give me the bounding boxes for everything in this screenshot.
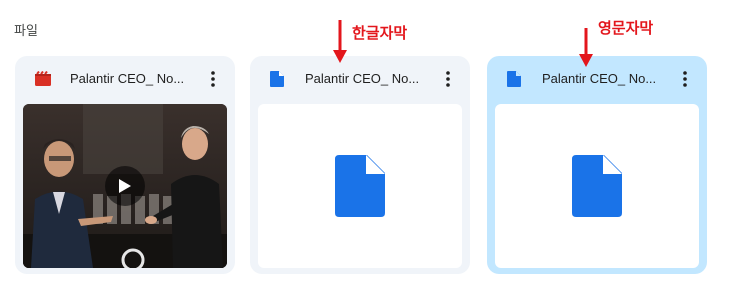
- english-subtitle-annotation: 영문자막: [598, 19, 654, 37]
- more-vert-icon: [446, 71, 450, 87]
- file-card-video[interactable]: Palantir CEO_ No...: [15, 56, 235, 274]
- video-icon: [35, 70, 51, 87]
- document-icon: [507, 71, 523, 87]
- file-title: Palantir CEO_ No...: [305, 71, 420, 86]
- document-thumbnail[interactable]: [258, 104, 462, 268]
- more-options-button[interactable]: [673, 67, 697, 91]
- play-button[interactable]: [105, 166, 145, 206]
- file-title: Palantir CEO_ No...: [70, 71, 185, 86]
- file-title: Palantir CEO_ No...: [542, 71, 657, 86]
- section-label: 파일: [14, 24, 38, 39]
- document-icon: [270, 71, 286, 87]
- korean-subtitle-annotation: 한글자막: [352, 24, 408, 42]
- more-options-button[interactable]: [436, 67, 460, 91]
- document-large-icon: [572, 155, 622, 217]
- annotation-arrow-down: [579, 28, 593, 67]
- file-card-document-selected[interactable]: Palantir CEO_ No...: [487, 56, 707, 274]
- video-thumbnail[interactable]: [23, 104, 227, 268]
- document-large-icon: [335, 155, 385, 217]
- play-icon: [119, 179, 131, 193]
- annotation-arrow-down: [333, 20, 347, 63]
- more-options-button[interactable]: [201, 67, 225, 91]
- more-vert-icon: [683, 71, 687, 87]
- file-card-document[interactable]: Palantir CEO_ No...: [250, 56, 470, 274]
- document-thumbnail[interactable]: [495, 104, 699, 268]
- more-vert-icon: [211, 71, 215, 87]
